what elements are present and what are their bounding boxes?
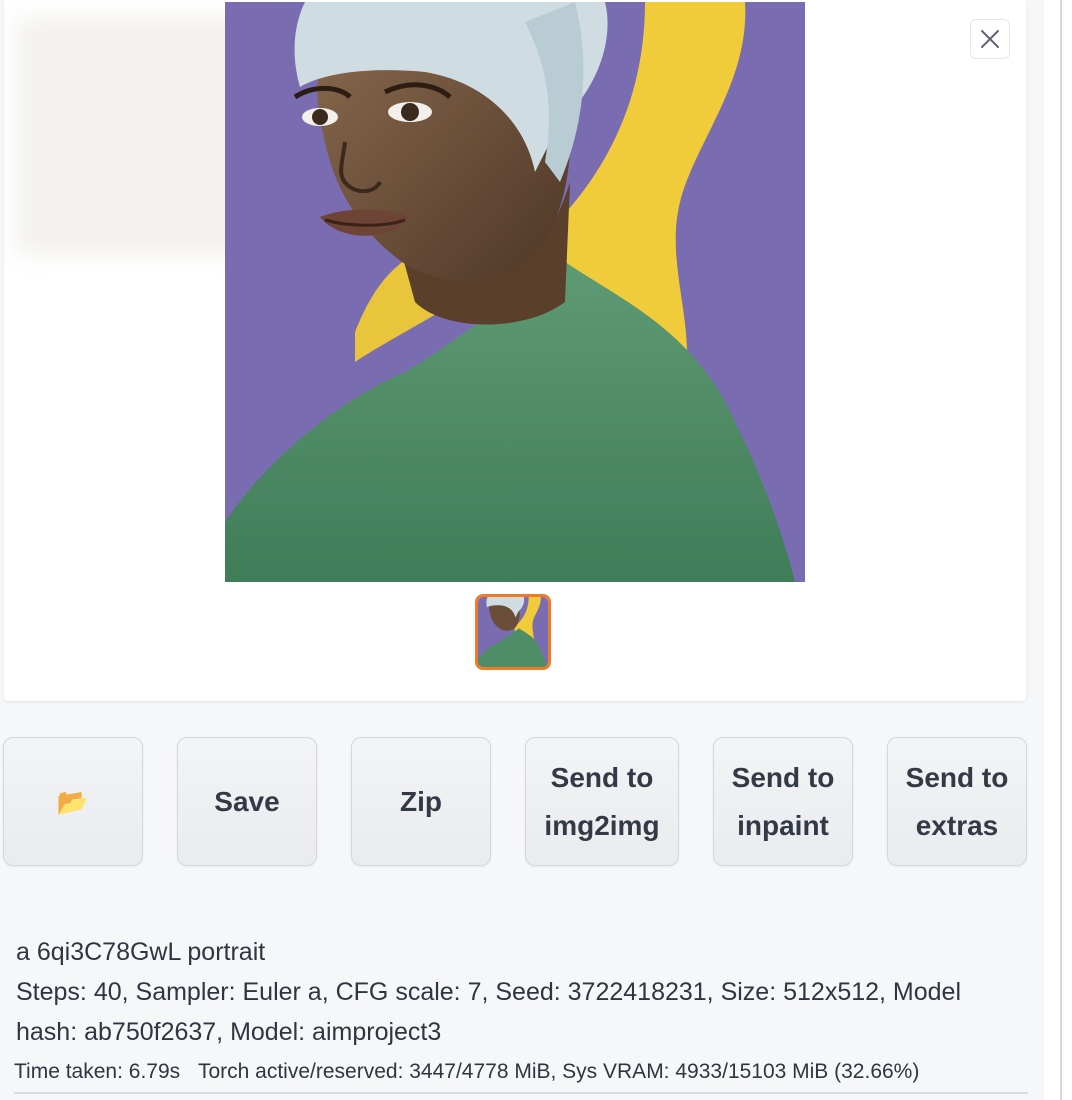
save-label: Save <box>214 785 280 817</box>
open-folder-button[interactable]: 📂 <box>3 737 143 866</box>
generation-params-line2: hash: ab750f2637, Model: aimproject3 <box>16 1018 442 1046</box>
send-to-extras-line1: Send to <box>905 761 1009 793</box>
send-to-extras-label: Send to extras <box>906 754 1009 850</box>
memory-usage: Torch active/reserved: 3447/4778 MiB, Sy… <box>197 1060 920 1083</box>
generation-params-line1: Steps: 40, Sampler: Euler a, CFG scale: … <box>16 978 962 1006</box>
performance-info: Time taken: 6.79s Torch active/reserved:… <box>14 1057 1028 1087</box>
thumbnail-portrait-image <box>478 597 548 667</box>
generation-info: a 6qi3C78GwL portrait Steps: 40, Sampler… <box>16 932 1026 1052</box>
zip-label: Zip <box>400 785 442 817</box>
close-icon <box>981 30 999 48</box>
folder-icon: 📂 <box>56 786 90 817</box>
page-scrollbar[interactable] <box>1044 0 1072 1100</box>
send-to-extras-line2: extras <box>915 809 999 841</box>
send-to-img2img-line2: img2img <box>544 809 660 841</box>
send-to-extras-button[interactable]: Send to extras <box>887 737 1027 866</box>
generated-portrait-image[interactable] <box>225 2 805 582</box>
send-to-img2img-label: Send to img2img <box>544 754 659 850</box>
send-to-inpaint-label: Send to inpaint <box>732 754 835 850</box>
send-to-img2img-button[interactable]: Send to img2img <box>525 737 679 866</box>
zip-button[interactable]: Zip <box>351 737 491 866</box>
send-to-inpaint-line2: inpaint <box>737 809 829 841</box>
image-gallery <box>4 0 1026 701</box>
save-button[interactable]: Save <box>177 737 317 866</box>
gallery-thumbnail[interactable] <box>475 594 551 670</box>
time-taken: Time taken: 6.79s <box>14 1060 181 1083</box>
send-to-img2img-line1: Send to <box>550 761 654 793</box>
send-to-inpaint-button[interactable]: Send to inpaint <box>713 737 853 866</box>
send-to-inpaint-line1: Send to <box>731 761 835 793</box>
prompt-text: a 6qi3C78GwL portrait <box>16 938 266 966</box>
divider <box>14 1092 1028 1094</box>
close-button[interactable] <box>970 19 1010 59</box>
